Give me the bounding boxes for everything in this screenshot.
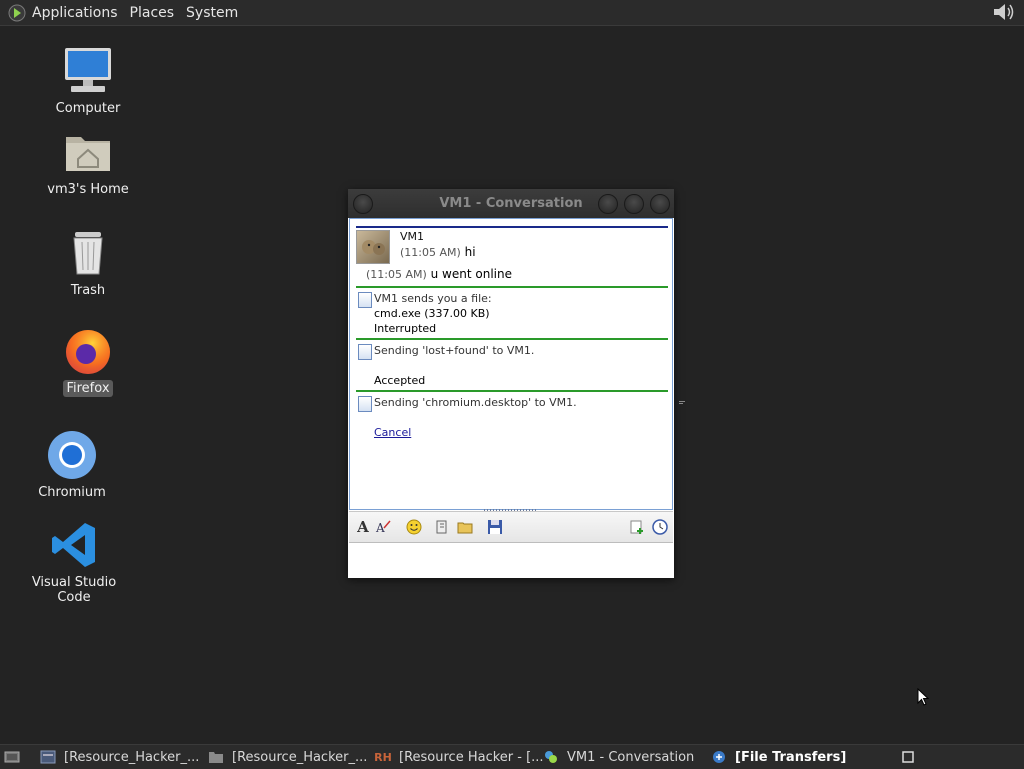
message-input[interactable] <box>349 542 673 578</box>
desktop-icon-vscode[interactable]: Visual Studio Code <box>14 520 134 606</box>
cancel-link[interactable]: Cancel <box>374 426 411 439</box>
transfer-header: Sending 'lost+found' to VM1. <box>374 344 535 357</box>
desktop-icon-firefox[interactable]: Firefox <box>28 326 148 397</box>
history-icon[interactable] <box>652 519 668 535</box>
transfer-header: VM1 sends you a file: <box>374 292 492 305</box>
message-toolbar: A A <box>349 511 673 542</box>
message: (11:05 AM) u went online <box>366 267 512 281</box>
resource-hacker-window-icon <box>40 749 56 765</box>
message-time: (11:05 AM) <box>366 268 427 281</box>
vscode-icon <box>49 520 99 570</box>
invite-icon[interactable] <box>629 519 645 535</box>
close-button[interactable] <box>650 194 670 214</box>
taskbar-item[interactable]: VM1 - Conversation <box>543 745 703 769</box>
contact-name: VM1 <box>400 230 425 243</box>
text-color-icon[interactable]: A <box>375 519 391 535</box>
message-text: hi <box>464 245 476 259</box>
taskbar-item-label: [Resource_Hacker_... <box>232 749 368 765</box>
desktop-icon-label: vm3's Home <box>47 182 129 197</box>
mouse-cursor-icon <box>917 687 930 710</box>
desktop-icon-label: Chromium <box>38 485 106 500</box>
save-icon[interactable] <box>487 519 503 535</box>
divider <box>356 338 668 340</box>
folder-icon <box>208 749 224 765</box>
maximize-button[interactable] <box>624 194 644 214</box>
window-title: VM1 - Conversation <box>439 196 583 211</box>
desktop-icon-label: Firefox <box>63 380 113 397</box>
places-menu[interactable]: Places <box>124 0 181 25</box>
nudge-icon[interactable] <box>434 519 450 535</box>
taskbar-item-label: [Resource_Hacker_... <box>64 749 200 765</box>
taskbar-item[interactable]: [File Transfers] <box>711 745 881 769</box>
transfer-status: Accepted <box>374 374 426 387</box>
file-icon <box>358 344 372 360</box>
resize-marker <box>679 399 685 407</box>
applications-menu[interactable]: Applications <box>26 0 124 25</box>
taskbar-item-label: [File Transfers] <box>735 749 847 765</box>
taskbar: [Resource_Hacker_... [Resource_Hacker_..… <box>0 744 1024 769</box>
desktop-icon-computer[interactable]: Computer <box>28 46 148 117</box>
font-icon[interactable]: A <box>355 518 371 536</box>
avatar <box>356 230 390 264</box>
divider <box>356 226 668 228</box>
svg-text:A: A <box>375 521 385 535</box>
minimize-button[interactable] <box>598 194 618 214</box>
desktop-icon-chromium[interactable]: Chromium <box>12 430 132 501</box>
show-desktop-icon <box>4 749 20 765</box>
system-menu[interactable]: System <box>180 0 244 25</box>
chromium-icon <box>47 430 97 480</box>
taskbar-item[interactable]: RH [Resource Hacker - [... <box>374 745 543 769</box>
volume-icon[interactable] <box>992 2 1016 22</box>
trash-icon <box>63 228 113 278</box>
desktop-icon-label: Computer <box>55 101 121 116</box>
conversation-window: VM1 - Conversation VM1 (11:05 AM) hi (11… <box>348 189 674 578</box>
taskbar-item[interactable]: [Resource_Hacker_... <box>208 745 368 769</box>
show-desktop-button[interactable] <box>4 745 28 769</box>
taskbar-item-label: [Resource Hacker - [... <box>399 749 544 765</box>
smiley-icon[interactable] <box>406 519 422 535</box>
divider <box>356 390 668 392</box>
desktop-icon-home[interactable]: vm3's Home <box>28 127 148 198</box>
desktop-icon-label: Visual Studio Code <box>31 575 117 605</box>
conversation-history[interactable]: VM1 (11:05 AM) hi (11:05 AM) u went onli… <box>349 218 673 510</box>
messenger-icon <box>543 749 559 765</box>
transfer-file: cmd.exe (337.00 KB) <box>374 307 490 320</box>
desktop-icon-trash[interactable]: Trash <box>28 228 148 299</box>
divider <box>356 286 668 288</box>
window-titlebar[interactable]: VM1 - Conversation <box>348 189 674 218</box>
window-menu-button[interactable] <box>353 194 373 214</box>
resource-hacker-icon: RH <box>374 750 392 764</box>
workspace-switcher[interactable] <box>902 745 914 769</box>
taskbar-item-label: VM1 - Conversation <box>567 749 695 765</box>
file-transfers-icon <box>711 749 727 765</box>
message-time: (11:05 AM) <box>400 246 461 259</box>
transfer-status: Interrupted <box>374 322 437 335</box>
top-panel: Applications Places System <box>0 0 1024 26</box>
desktop-icon-label: Trash <box>70 283 106 298</box>
firefox-icon <box>63 326 113 376</box>
home-folder-icon <box>63 127 113 177</box>
file-icon <box>358 396 372 412</box>
message-text: u went online <box>430 267 512 281</box>
computer-icon <box>63 46 113 96</box>
workspace-icon <box>902 751 914 763</box>
message: (11:05 AM) hi <box>400 245 476 259</box>
send-file-icon[interactable] <box>457 519 473 535</box>
transfer-header: Sending 'chromium.desktop' to VM1. <box>374 396 577 409</box>
applications-menu-icon[interactable] <box>8 4 26 22</box>
taskbar-item[interactable]: [Resource_Hacker_... <box>40 745 200 769</box>
file-icon <box>358 292 372 308</box>
